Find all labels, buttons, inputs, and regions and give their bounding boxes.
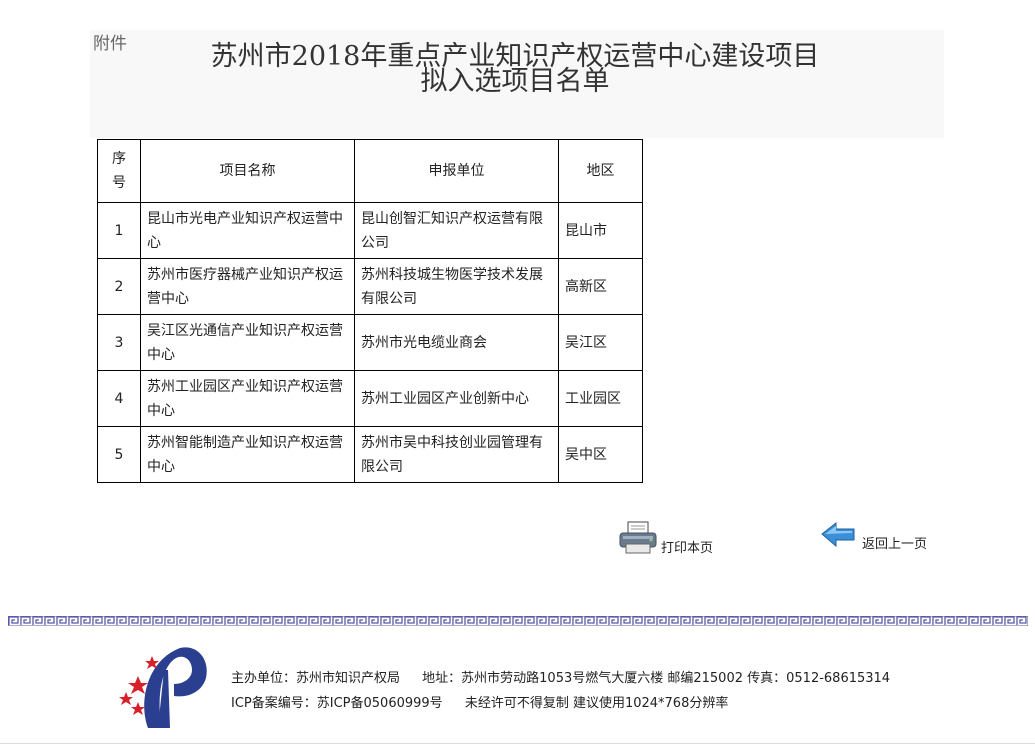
ipo-logo-icon (119, 647, 207, 728)
project-table: 序号 项目名称 申报单位 地区 1 昆山市光电产业知识产权运营中心 昆山创智汇知… (97, 139, 643, 483)
row-unit: 苏州市光电缆业商会 (354, 314, 559, 371)
table-row: 2 苏州市医疗器械产业知识产权运营中心 苏州科技城生物医学技术发展有限公司 高新… (97, 258, 643, 315)
back-button[interactable]: 返回上一页 (820, 520, 927, 552)
row-region: 吴中区 (558, 426, 643, 483)
attachment-label: 附件 (93, 34, 127, 54)
row-region: 昆山市 (558, 202, 643, 259)
footer-host: 主办单位：苏州市知识产权局 (231, 671, 401, 686)
row-region: 吴江区 (558, 314, 643, 371)
row-no: 4 (97, 370, 141, 427)
row-region: 工业园区 (558, 370, 643, 427)
table-row: 5 苏州智能制造产业知识产权运营中心 苏州市吴中科技创业园管理有限公司 吴中区 (97, 426, 643, 483)
table-header-row: 序号 项目名称 申报单位 地区 (97, 139, 643, 203)
table-row: 4 苏州工业园区产业知识产权运营中心 苏州工业园区产业创新中心 工业园区 (97, 370, 643, 427)
row-project: 苏州市医疗器械产业知识产权运营中心 (140, 258, 355, 315)
row-region: 高新区 (558, 258, 643, 315)
row-unit: 苏州市吴中科技创业园管理有限公司 (354, 426, 559, 483)
footer-line-2: ICP备案编号：苏ICP备05060999号 未经许可不得复制 建议使用1024… (231, 691, 908, 716)
row-unit: 苏州科技城生物医学技术发展有限公司 (354, 258, 559, 315)
arrow-left-icon (821, 521, 855, 548)
row-unit: 苏州工业园区产业创新中心 (354, 370, 559, 427)
printer-icon (619, 521, 657, 554)
footer-icp: ICP备案编号：苏ICP备05060999号 (231, 696, 443, 711)
column-header-region: 地区 (558, 139, 643, 203)
row-unit: 昆山创智汇知识产权运营有限公司 (354, 202, 559, 259)
row-no: 5 (97, 426, 141, 483)
row-project: 吴江区光通信产业知识产权运营中心 (140, 314, 355, 371)
column-header-unit: 申报单位 (354, 139, 559, 203)
print-button[interactable]: 打印本页 (618, 520, 713, 556)
row-no: 3 (97, 314, 141, 371)
footer-notice: 未经许可不得复制 建议使用1024*768分辨率 (464, 696, 729, 711)
bottom-border (0, 743, 1035, 744)
table-row: 1 昆山市光电产业知识产权运营中心 昆山创智汇知识产权运营有限公司 昆山市 (97, 202, 643, 259)
row-project: 昆山市光电产业知识产权运营中心 (140, 202, 355, 259)
footer-divider (8, 616, 1028, 626)
footer-info: 主办单位：苏州市知识产权局 地址：苏州市劳动路1053号燃气大厦六楼 邮编215… (231, 666, 908, 716)
row-no: 2 (97, 258, 141, 315)
page-title-line-2: 拟入选项目名单 (420, 66, 610, 97)
column-header-project: 项目名称 (140, 139, 355, 203)
footer-address: 地址：苏州市劳动路1053号燃气大厦六楼 邮编215002 传真：0512-68… (422, 671, 891, 686)
table-row: 3 吴江区光通信产业知识产权运营中心 苏州市光电缆业商会 吴江区 (97, 314, 643, 371)
column-header-no: 序号 (97, 139, 141, 203)
row-project: 苏州工业园区产业知识产权运营中心 (140, 370, 355, 427)
back-label: 返回上一页 (862, 537, 928, 552)
footer-line-1: 主办单位：苏州市知识产权局 地址：苏州市劳动路1053号燃气大厦六楼 邮编215… (231, 666, 908, 691)
page-title: 苏州市2018年重点产业知识产权运营中心建设项目 拟入选项目名单 (160, 43, 870, 97)
print-label: 打印本页 (661, 541, 714, 556)
row-project: 苏州智能制造产业知识产权运营中心 (140, 426, 355, 483)
row-no: 1 (97, 202, 141, 259)
